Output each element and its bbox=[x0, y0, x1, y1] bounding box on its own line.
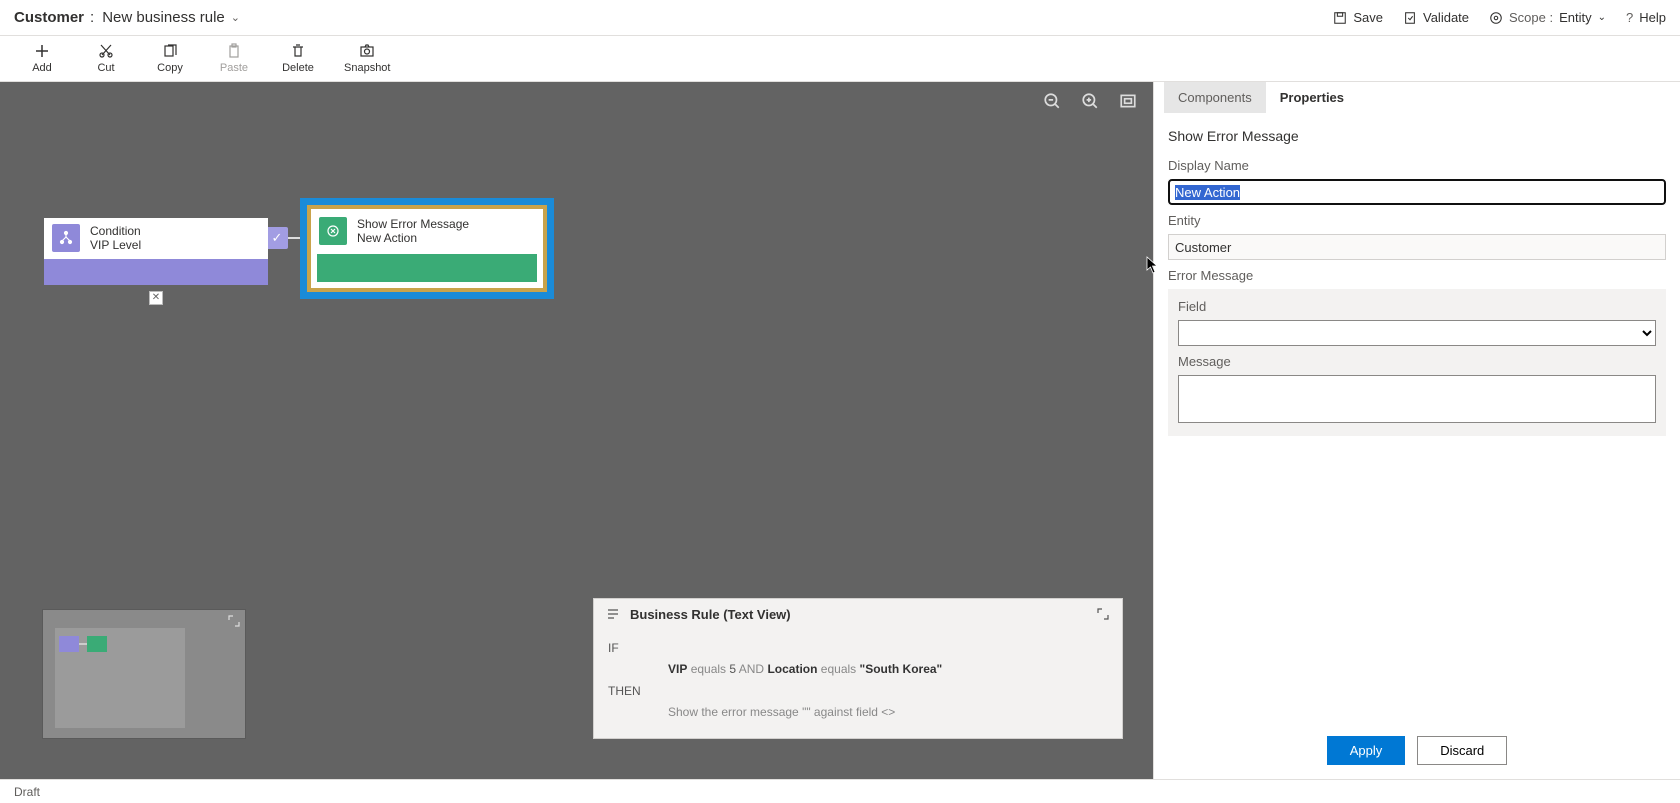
action-header: Show Error Message New Action bbox=[311, 209, 543, 254]
field-select[interactable] bbox=[1178, 320, 1656, 346]
error-message-icon bbox=[319, 217, 347, 245]
minimap-expand-icon[interactable] bbox=[227, 614, 241, 628]
snapshot-icon bbox=[359, 43, 375, 59]
tab-properties[interactable]: Properties bbox=[1266, 82, 1358, 113]
action-labels: Show Error Message New Action bbox=[357, 217, 469, 246]
zoom-out-icon[interactable] bbox=[1043, 92, 1061, 110]
connector-true-icon[interactable]: ✓ bbox=[266, 227, 288, 249]
save-icon bbox=[1333, 11, 1347, 25]
cut-icon bbox=[98, 43, 114, 59]
panel-title: Show Error Message bbox=[1168, 128, 1666, 144]
panel-body: Show Error Message Display Name /* selec… bbox=[1164, 114, 1670, 722]
condition-type: Condition bbox=[90, 224, 141, 238]
action-name: New Action bbox=[357, 231, 469, 245]
minimap-line bbox=[79, 643, 87, 645]
chevron-down-icon: ⌄ bbox=[1598, 12, 1606, 23]
minimap-viewport[interactable] bbox=[55, 628, 185, 728]
message-textarea[interactable] bbox=[1178, 375, 1656, 423]
zoom-in-icon[interactable] bbox=[1081, 92, 1099, 110]
snapshot-button[interactable]: Snapshot bbox=[344, 43, 390, 74]
chevron-down-icon[interactable]: ⌄ bbox=[231, 11, 240, 24]
text-view-header: Business Rule (Text View) bbox=[594, 599, 1122, 630]
scope-icon bbox=[1489, 11, 1503, 25]
action-node: Show Error Message New Action bbox=[307, 205, 547, 292]
delete-button[interactable]: Delete bbox=[280, 43, 316, 74]
copy-button[interactable]: Copy bbox=[152, 43, 188, 74]
field-label: Field bbox=[1178, 299, 1656, 314]
right-panel: Components Properties Show Error Message… bbox=[1153, 82, 1680, 779]
condition-footer bbox=[44, 259, 268, 285]
error-message-label: Error Message bbox=[1168, 268, 1666, 283]
status-draft: Draft bbox=[14, 785, 40, 799]
topbar: Customer:New business rule ⌄ Save Valida… bbox=[0, 0, 1680, 36]
then-keyword: THEN bbox=[608, 681, 668, 703]
condition-name: VIP Level bbox=[90, 238, 141, 252]
validate-button[interactable]: Validate bbox=[1403, 10, 1469, 25]
add-button[interactable]: Add bbox=[24, 43, 60, 74]
minimap-condition bbox=[59, 636, 79, 652]
main: ✓ Condition VIP Level ✕ bbox=[0, 82, 1680, 779]
condition-header: Condition VIP Level bbox=[44, 218, 268, 259]
display-name-label: Display Name bbox=[1168, 158, 1666, 173]
canvas[interactable]: ✓ Condition VIP Level ✕ bbox=[0, 82, 1153, 779]
action-footer bbox=[317, 254, 537, 282]
if-keyword: IF bbox=[608, 638, 668, 660]
then-text: Show the error message "" against field … bbox=[668, 702, 895, 724]
save-button[interactable]: Save bbox=[1333, 10, 1383, 25]
text-view-expand-icon[interactable] bbox=[1096, 607, 1110, 621]
title-rule-name: New business rule bbox=[102, 9, 225, 26]
toolbar: Add Cut Copy Paste Delete Snapshot bbox=[0, 36, 1680, 82]
scope-button[interactable]: Scope : Entity ⌄ bbox=[1489, 10, 1606, 25]
action-node-selected[interactable]: Show Error Message New Action bbox=[300, 198, 554, 299]
paste-button: Paste bbox=[216, 43, 252, 74]
condition-node[interactable]: Condition VIP Level ✕ bbox=[44, 218, 268, 285]
error-message-group: Field Message bbox=[1168, 289, 1666, 436]
statusbar: Draft bbox=[0, 779, 1680, 803]
copy-icon bbox=[162, 43, 178, 59]
title[interactable]: Customer:New business rule ⌄ bbox=[14, 9, 240, 26]
help-button[interactable]: ? Help bbox=[1626, 10, 1666, 25]
condition-labels: Condition VIP Level bbox=[90, 224, 141, 253]
condition-icon bbox=[52, 224, 80, 252]
paste-icon bbox=[226, 43, 242, 59]
action-type: Show Error Message bbox=[357, 217, 469, 231]
fit-screen-icon[interactable] bbox=[1119, 92, 1137, 110]
top-actions: Save Validate Scope : Entity ⌄ ? Help bbox=[1333, 10, 1666, 25]
connector-false-icon[interactable]: ✕ bbox=[149, 291, 163, 305]
delete-icon bbox=[290, 43, 306, 59]
tab-components[interactable]: Components bbox=[1164, 82, 1266, 113]
panel-footer: Apply Discard bbox=[1164, 722, 1670, 779]
entity-label: Entity bbox=[1168, 213, 1666, 228]
text-view-panel: Business Rule (Text View) IF VIP equals … bbox=[593, 598, 1123, 739]
text-view-title: Business Rule (Text View) bbox=[630, 607, 791, 622]
validate-icon bbox=[1403, 11, 1417, 25]
panel-tabs: Components Properties bbox=[1164, 82, 1670, 114]
plus-icon bbox=[34, 43, 50, 59]
text-view-body: IF VIP equals 5 AND Location equals "Sou… bbox=[594, 630, 1122, 738]
minimap-action bbox=[87, 636, 107, 652]
title-entity: Customer bbox=[14, 9, 84, 26]
canvas-controls bbox=[1043, 92, 1137, 110]
discard-button[interactable]: Discard bbox=[1417, 736, 1507, 765]
display-name-input[interactable] bbox=[1168, 179, 1666, 205]
apply-button[interactable]: Apply bbox=[1327, 736, 1406, 765]
minimap[interactable] bbox=[42, 609, 246, 739]
message-label: Message bbox=[1178, 354, 1656, 369]
help-icon: ? bbox=[1626, 10, 1633, 25]
entity-value: Customer bbox=[1168, 234, 1666, 260]
cut-button[interactable]: Cut bbox=[88, 43, 124, 74]
text-view-icon bbox=[606, 607, 620, 621]
